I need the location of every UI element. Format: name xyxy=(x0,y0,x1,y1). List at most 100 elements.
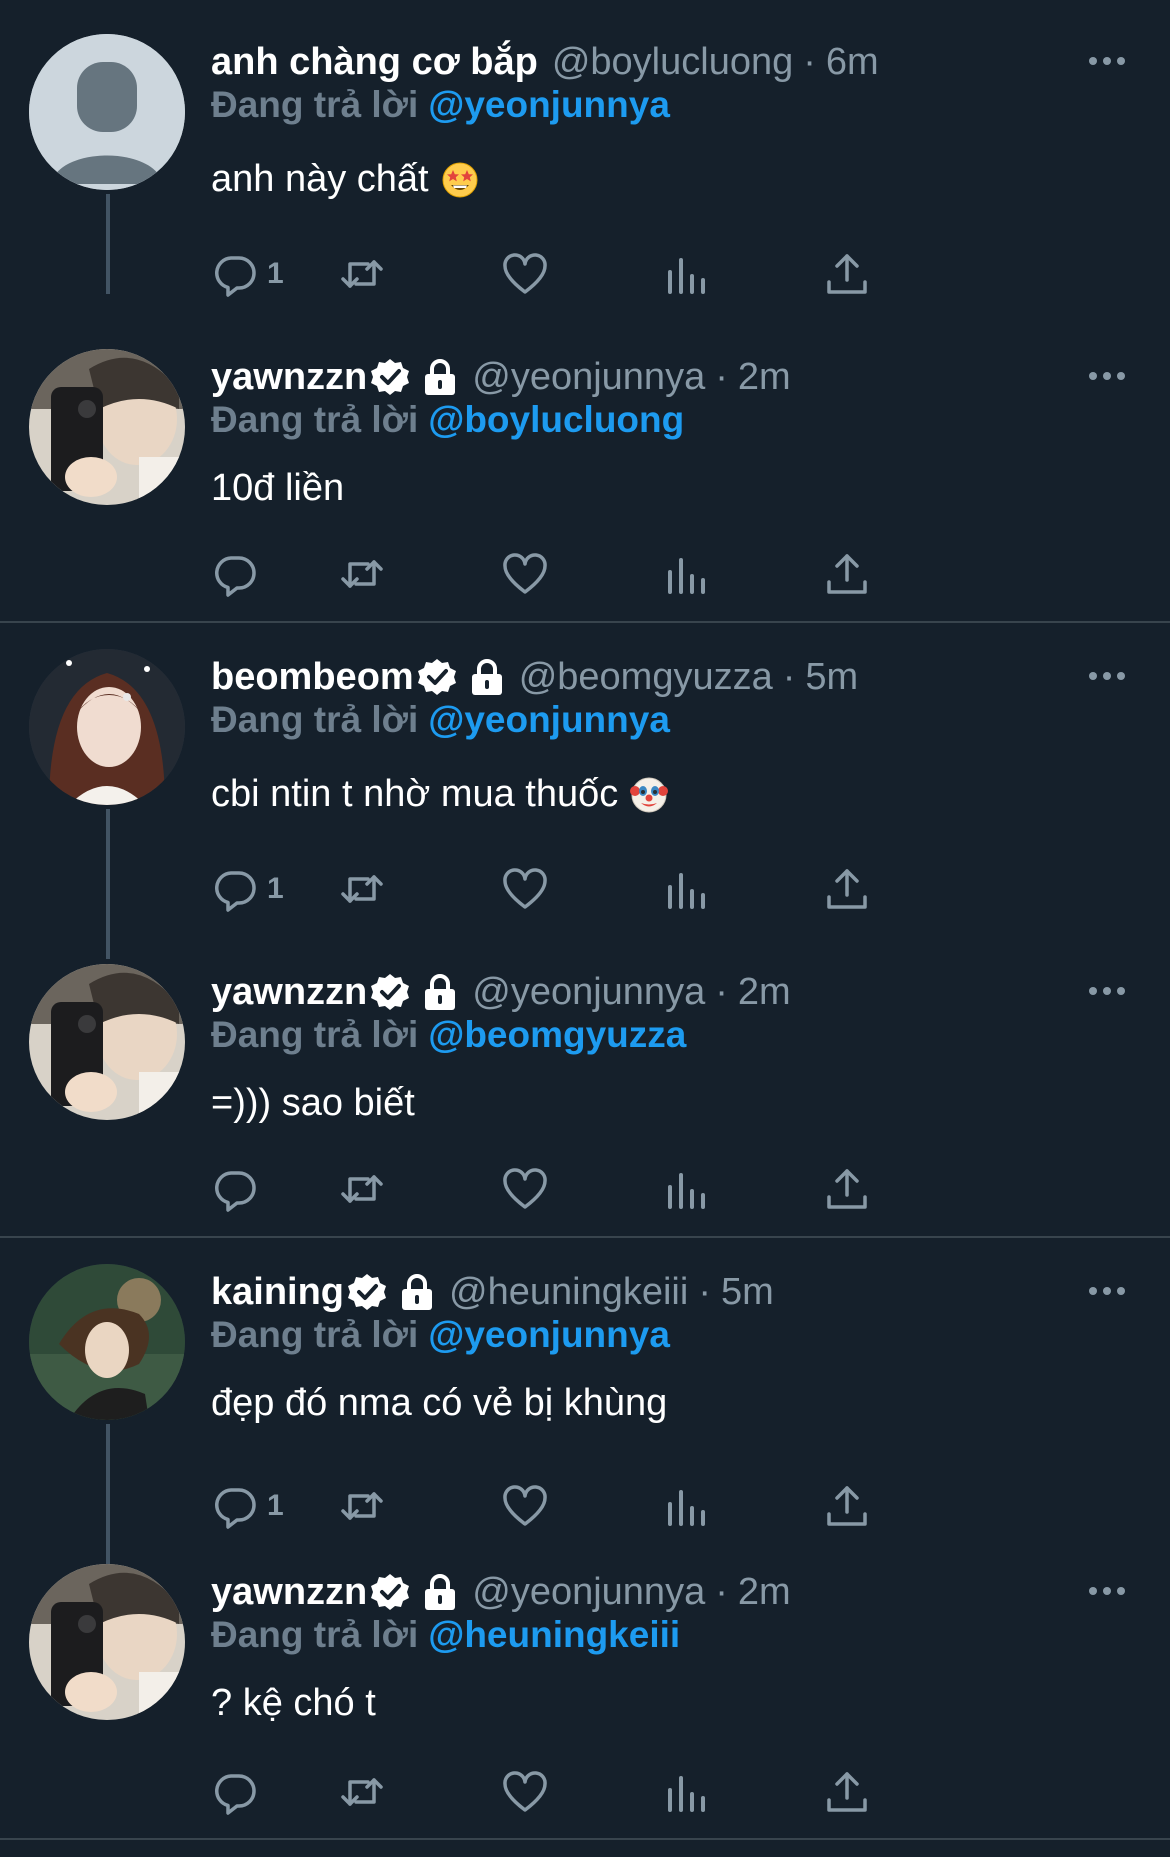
share-button[interactable] xyxy=(823,550,871,598)
tweet[interactable]: kaining @heuningkeiii · 5m Đang trả lời @… xyxy=(0,1230,1170,1530)
more-options-icon[interactable] xyxy=(1087,1584,1127,1598)
heart-icon xyxy=(503,253,547,294)
replying-to-handle[interactable]: @yeonjunnya xyxy=(428,1314,670,1355)
like-button[interactable] xyxy=(501,1165,549,1213)
user-handle[interactable]: @boylucluong xyxy=(552,41,793,84)
star-struck-emoji-icon xyxy=(442,162,478,197)
tweet[interactable]: yawnzzn @yeonjunnya · 2m Đang trả lời @be… xyxy=(0,930,1170,1230)
avatar[interactable] xyxy=(29,964,185,1120)
replying-to-handle[interactable]: @yeonjunnya xyxy=(428,699,670,740)
more-options-icon[interactable] xyxy=(1087,669,1127,683)
more-options-icon[interactable] xyxy=(1087,984,1127,998)
profile-photo xyxy=(29,349,185,505)
tweet[interactable]: yawnzzn @yeonjunnya · 2m Đang trả lời @bo… xyxy=(0,315,1170,615)
more-options-icon[interactable] xyxy=(1087,54,1127,68)
display-name[interactable]: anh chàng cơ bắp xyxy=(211,41,538,84)
reply-icon xyxy=(215,256,256,297)
more-options-icon[interactable] xyxy=(1087,369,1127,383)
like-button[interactable] xyxy=(501,550,549,598)
reply-button[interactable]: 1 xyxy=(211,865,284,913)
reply-button[interactable] xyxy=(211,1768,267,1816)
tweet-header: yawnzzn @yeonjunnya · 2m xyxy=(211,1564,791,1620)
replying-to-handle[interactable]: @heuningkeiii xyxy=(428,1614,680,1655)
timestamp[interactable]: 2m xyxy=(738,356,791,399)
like-button[interactable] xyxy=(501,250,549,298)
retweet-button[interactable] xyxy=(338,250,386,298)
display-name[interactable]: beombeom xyxy=(211,656,414,699)
user-handle[interactable]: @heuningkeiii xyxy=(449,1271,688,1314)
user-handle[interactable]: @yeonjunnya xyxy=(472,1571,705,1614)
user-handle[interactable]: @yeonjunnya xyxy=(472,971,705,1014)
retweet-button[interactable] xyxy=(338,1482,386,1530)
display-name[interactable]: yawnzzn xyxy=(211,1571,367,1614)
more-options-icon[interactable] xyxy=(1087,1284,1127,1298)
share-button[interactable] xyxy=(823,1768,871,1816)
timestamp[interactable]: 5m xyxy=(805,656,858,699)
display-name[interactable]: yawnzzn xyxy=(211,356,367,399)
retweet-button[interactable] xyxy=(338,550,386,598)
views-button[interactable] xyxy=(662,865,710,913)
retweet-button[interactable] xyxy=(338,865,386,913)
like-button[interactable] xyxy=(501,1482,549,1530)
views-button[interactable] xyxy=(662,550,710,598)
share-icon xyxy=(827,1772,867,1812)
share-button[interactable] xyxy=(823,1165,871,1213)
share-button[interactable] xyxy=(823,1482,871,1530)
tweet-actions: 1 xyxy=(211,865,1061,913)
replying-to-label: Đang trả lời xyxy=(211,1314,419,1355)
reply-button[interactable] xyxy=(211,550,267,598)
separator-dot: · xyxy=(698,1270,711,1313)
timestamp[interactable]: 2m xyxy=(738,1571,791,1614)
replying-to-label: Đang trả lời xyxy=(211,699,419,740)
separator-dot: · xyxy=(803,40,816,83)
separator-dot: · xyxy=(782,655,796,698)
timestamp[interactable]: 5m xyxy=(721,1271,774,1314)
retweet-button[interactable] xyxy=(338,1165,386,1213)
share-button[interactable] xyxy=(823,865,871,913)
views-button[interactable] xyxy=(662,1482,710,1530)
retweet-button[interactable] xyxy=(338,1768,386,1816)
views-button[interactable] xyxy=(662,1768,710,1816)
separator-dot: · xyxy=(715,970,728,1013)
profile-photo xyxy=(29,1264,185,1420)
user-handle[interactable]: @yeonjunnya xyxy=(472,356,705,399)
share-button[interactable] xyxy=(823,250,871,298)
reply-button[interactable] xyxy=(211,1165,267,1213)
tweet-actions: 1 xyxy=(211,1482,1061,1530)
reply-count: 1 xyxy=(267,872,284,905)
tweet-text: =))) sao biết xyxy=(211,1082,415,1125)
like-button[interactable] xyxy=(501,1768,549,1816)
views-button[interactable] xyxy=(662,1165,710,1213)
reply-button[interactable]: 1 xyxy=(211,250,284,298)
retweet-icon xyxy=(341,1778,383,1806)
tweet[interactable]: anh chàng cơ bắp @boylucluong · 6m Đang … xyxy=(0,0,1170,300)
timestamp[interactable]: 2m xyxy=(738,971,791,1014)
avatar[interactable] xyxy=(29,1564,185,1720)
heart-icon xyxy=(503,553,547,594)
reply-icon xyxy=(215,556,256,597)
avatar[interactable] xyxy=(29,349,185,505)
replying-to-handle[interactable]: @beomgyuzza xyxy=(428,1014,686,1055)
tweet-header: anh chàng cơ bắp @boylucluong · 6m xyxy=(211,34,879,90)
avatar[interactable] xyxy=(29,34,185,190)
user-handle[interactable]: @beomgyuzza xyxy=(519,656,773,699)
display-name[interactable]: yawnzzn xyxy=(211,971,367,1014)
replying-to-handle[interactable]: @yeonjunnya xyxy=(428,84,670,125)
tweet-header: yawnzzn @yeonjunnya · 2m xyxy=(211,349,791,405)
tweet-actions: 1 xyxy=(211,250,1061,298)
display-name[interactable]: kaining xyxy=(211,1271,344,1314)
like-button[interactable] xyxy=(501,865,549,913)
replying-to-handle[interactable]: @boylucluong xyxy=(428,399,684,440)
lock-icon xyxy=(425,974,456,1010)
tweet[interactable]: beombeom @beomgyuzza · 5m Đang trả lời @y… xyxy=(0,615,1170,915)
reply-button[interactable]: 1 xyxy=(211,1482,284,1530)
tweet[interactable]: yawnzzn @yeonjunnya · 2m Đang trả lời @he… xyxy=(0,1530,1170,1830)
avatar[interactable] xyxy=(29,649,185,805)
avatar[interactable] xyxy=(29,1264,185,1420)
timestamp[interactable]: 6m xyxy=(826,41,879,84)
views-button[interactable] xyxy=(662,250,710,298)
tweet-actions xyxy=(211,1768,1061,1816)
tweet-header: kaining @heuningkeiii · 5m xyxy=(211,1264,774,1320)
lock-icon xyxy=(425,359,456,395)
verified-badge-icon xyxy=(371,1574,410,1610)
